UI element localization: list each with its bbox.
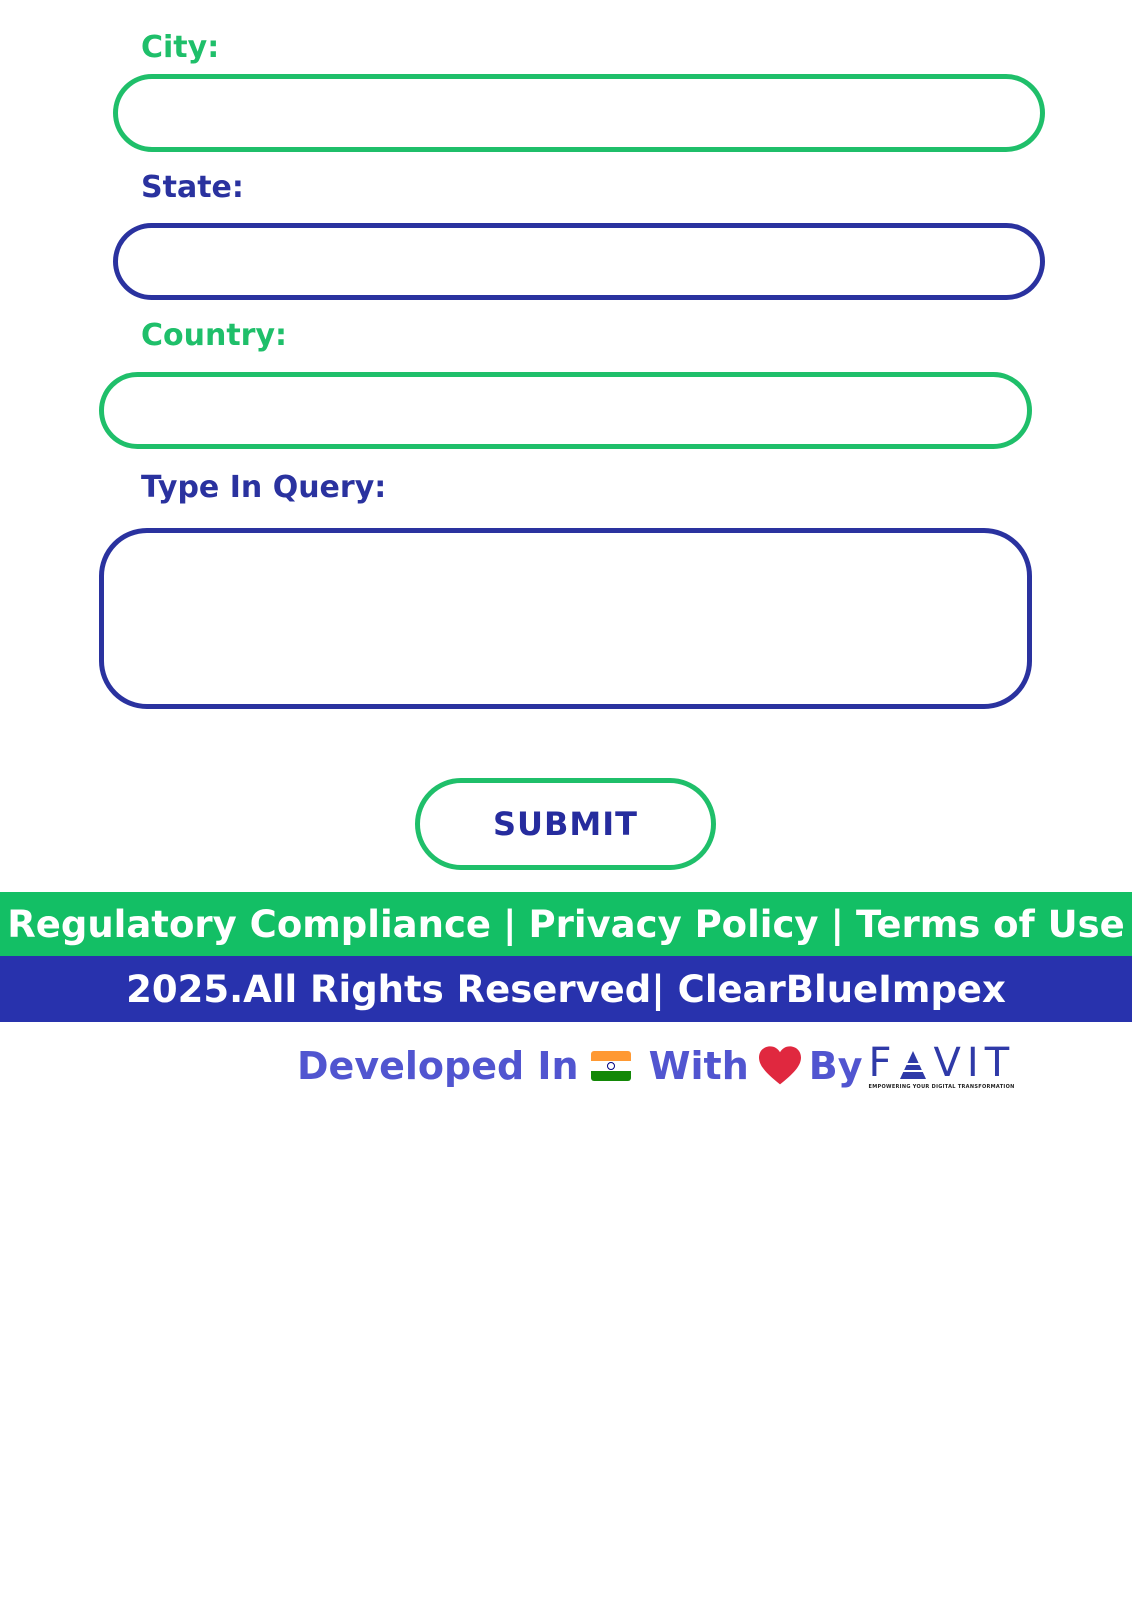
favit-logo[interactable]: F VIT EMPOWERING YOUR DIGITAL TRANSFORMA… (869, 1043, 1016, 1090)
link-separator: | (830, 902, 845, 946)
by-text: By (808, 1044, 863, 1088)
footer-links-bar: Regulatory Compliance | Privacy Policy |… (0, 892, 1132, 956)
favit-triangle-icon (897, 1050, 928, 1079)
country-input[interactable] (99, 372, 1032, 449)
terms-of-use-link[interactable]: Terms of Use (856, 903, 1125, 946)
favit-tagline: EMPOWERING YOUR DIGITAL TRANSFORMATION (868, 1083, 1015, 1090)
city-input[interactable] (113, 74, 1045, 152)
state-input[interactable] (113, 223, 1045, 300)
submit-button-label: SUBMIT (493, 805, 638, 843)
with-text: With (648, 1044, 749, 1088)
query-textarea[interactable] (99, 528, 1032, 709)
regulatory-compliance-link[interactable]: Regulatory Compliance (7, 903, 491, 946)
developer-credit: Developed In With By F VIT EMPOWERING YO… (297, 1036, 1015, 1096)
privacy-policy-link[interactable]: Privacy Policy (529, 903, 819, 946)
city-label: City: (141, 30, 220, 65)
link-separator: | (502, 902, 517, 946)
india-flag-icon (590, 1051, 631, 1081)
copyright-text: 2025.All Rights Reserved| ClearBlueImpex (126, 967, 1006, 1011)
submit-button[interactable]: SUBMIT (415, 778, 716, 870)
country-label: Country: (141, 318, 288, 353)
heart-icon (758, 1046, 801, 1085)
copyright-bar: 2025.All Rights Reserved| ClearBlueImpex (0, 956, 1132, 1022)
contact-form-page: City: State: Country: Type In Query: SUB… (0, 0, 1132, 1600)
state-label: State: (141, 170, 244, 205)
favit-wordmark: F VIT (868, 1039, 1016, 1086)
developed-in-text: Developed In (297, 1044, 579, 1088)
query-label: Type In Query: (141, 470, 387, 505)
